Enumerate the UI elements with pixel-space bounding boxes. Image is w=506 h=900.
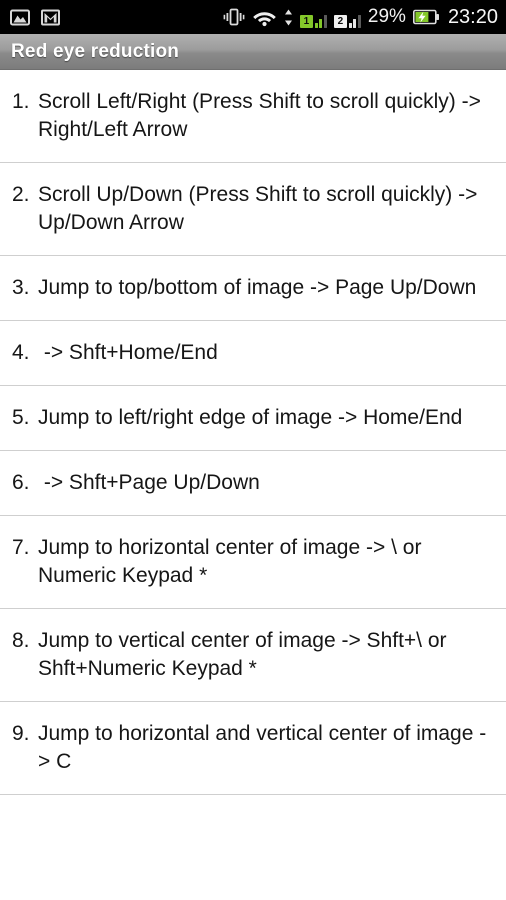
list-item[interactable]: 6. -> Shft+Page Up/Down <box>0 451 506 516</box>
list-item[interactable]: 9. Jump to horizontal and vertical center… <box>0 702 506 795</box>
vibrate-icon <box>223 7 245 27</box>
list-item[interactable]: 1. Scroll Left/Right (Press Shift to scro… <box>0 70 506 163</box>
sim2-signal-icon: 2 <box>333 6 361 28</box>
list-item-number: 2. <box>12 183 30 206</box>
status-bar-notifications <box>10 9 60 26</box>
list-item-number: 3. <box>12 276 30 299</box>
list-item-number: 7. <box>12 536 30 559</box>
wifi-icon <box>252 8 277 27</box>
list-item[interactable]: 2. Scroll Up/Down (Press Shift to scroll … <box>0 163 506 256</box>
list-item-number: 1. <box>12 90 30 113</box>
list-item-text: Jump to vertical center of image -> Shft… <box>38 629 453 680</box>
status-bar-clock: 23:20 <box>447 5 498 28</box>
list-item-text: -> Shft+Page Up/Down <box>38 471 260 494</box>
list-item-text: Jump to horizontal and vertical center o… <box>38 722 487 773</box>
list-item-number: 4. <box>12 341 30 364</box>
list-item[interactable]: 7. Jump to horizontal center of image -> … <box>0 516 506 609</box>
sim2-signal-bars <box>348 13 361 28</box>
list-item[interactable]: 5. Jump to left/right edge of image -> Ho… <box>0 386 506 451</box>
sim1-signal-icon: 1 <box>299 6 327 28</box>
list-item-text: Jump to left/right edge of image -> Home… <box>38 406 463 429</box>
sim2-badge-wrapper: 2 <box>333 6 347 28</box>
data-transfer-icon <box>284 8 293 27</box>
list-item-number: 9. <box>12 722 30 745</box>
page-title: Red eye reduction <box>11 40 180 62</box>
gallery-icon <box>10 9 30 26</box>
sim1-badge-wrapper: 1 <box>299 6 313 28</box>
list-item-text: Jump to top/bottom of image -> Page Up/D… <box>38 276 477 299</box>
list-item-text: Jump to horizontal center of image -> \ … <box>38 536 428 587</box>
sim1-signal-bars <box>314 13 327 28</box>
list-item[interactable]: 8. Jump to vertical center of image -> Sh… <box>0 609 506 702</box>
list-item[interactable]: 3. Jump to top/bottom of image -> Page Up… <box>0 256 506 321</box>
list-item-number: 8. <box>12 629 30 652</box>
status-bar-system-icons: 1 2 29% 23:20 <box>223 6 498 29</box>
status-bar[interactable]: 1 2 29% 23:20 <box>0 0 506 34</box>
app-title-bar: Red eye reduction <box>0 34 506 70</box>
battery-charging-icon <box>412 9 440 25</box>
list-item-number: 5. <box>12 406 30 429</box>
list-item-text: -> Shft+Home/End <box>38 341 218 364</box>
battery-percent-label: 29% <box>367 6 406 27</box>
shortcut-list: 1. Scroll Left/Right (Press Shift to scro… <box>0 70 506 795</box>
gmail-icon <box>41 9 60 26</box>
list-item-number: 6. <box>12 471 30 494</box>
list-item-text: Scroll Left/Right (Press Shift to scroll… <box>38 90 487 141</box>
sim2-badge: 2 <box>333 15 347 28</box>
list-item-text: Scroll Up/Down (Press Shift to scroll qu… <box>38 183 484 234</box>
list-item[interactable]: 4. -> Shft+Home/End <box>0 321 506 386</box>
sim1-badge: 1 <box>299 15 313 28</box>
